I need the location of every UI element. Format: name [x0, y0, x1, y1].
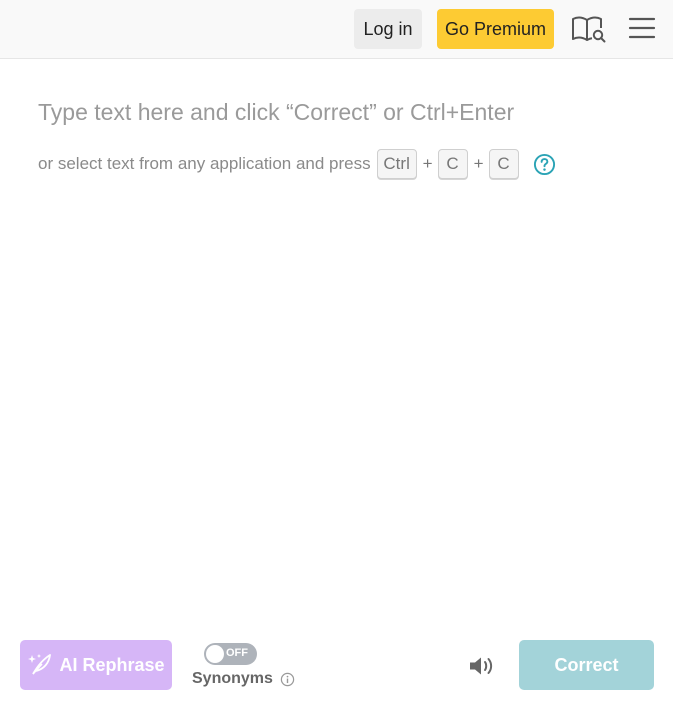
hint-text: or select text from any application and … — [38, 154, 371, 173]
help-circle-icon[interactable] — [533, 153, 556, 176]
editor-placeholder: Type text here and click “Correct” or Ct… — [38, 99, 515, 125]
shortcut-hint: or select text from any application and … — [38, 148, 556, 180]
login-button[interactable]: Log in — [354, 9, 422, 49]
ai-rephrase-button[interactable]: AI Rephrase — [20, 640, 172, 690]
speaker-icon[interactable] — [468, 654, 496, 678]
synonyms-label-row: Synonyms — [192, 670, 295, 688]
dictionary-icon[interactable] — [571, 14, 607, 44]
go-premium-button[interactable]: Go Premium — [437, 9, 554, 49]
bottom-toolbar: AI Rephrase OFF Synonyms Correct — [0, 630, 673, 710]
toggle-knob — [206, 645, 224, 663]
correct-button[interactable]: Correct — [519, 640, 654, 690]
plus-sign: + — [473, 154, 484, 173]
synonyms-toggle[interactable]: OFF — [204, 643, 257, 665]
plus-sign: + — [422, 154, 433, 173]
ai-rephrase-label: AI Rephrase — [59, 654, 165, 675]
synonyms-label: Synonyms — [192, 670, 273, 687]
menu-icon[interactable] — [628, 14, 656, 42]
key-c: C — [488, 149, 519, 179]
top-bar: Log in Go Premium — [0, 0, 673, 59]
key-ctrl: Ctrl — [376, 149, 417, 179]
info-icon[interactable] — [280, 672, 295, 687]
toggle-state-label: OFF — [226, 647, 248, 659]
feather-sparkle-icon — [28, 654, 52, 675]
key-c: C — [437, 149, 468, 179]
